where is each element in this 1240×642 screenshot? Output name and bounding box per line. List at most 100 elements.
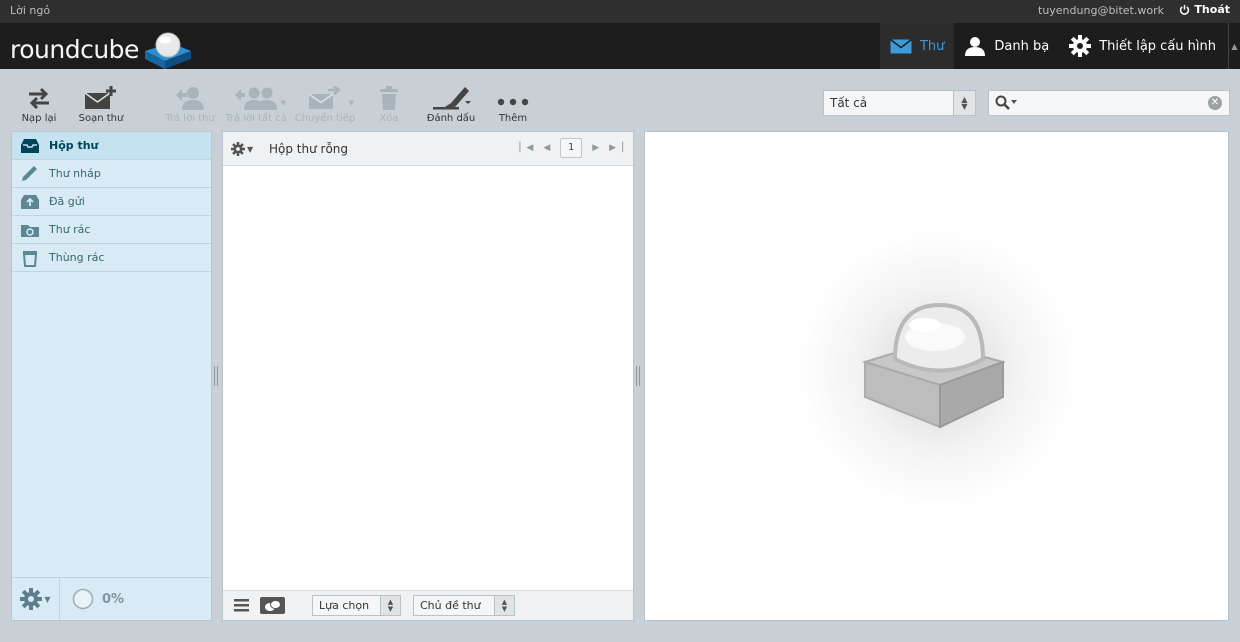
reply-button[interactable]: Trả lời thư [162, 83, 218, 124]
message-list-header: ▼ Hộp thư rỗng ▏◀ ◀ 1 ▶ ▶▕ [223, 132, 633, 166]
top-bar: Lời ngỏ tuyendung@bitet.work Thoát [0, 0, 1240, 23]
reply-all-dropdown-icon[interactable]: ▼ [281, 99, 286, 107]
list-options-button[interactable]: ▼ [231, 142, 253, 156]
filter-selected-value: Tất cả [830, 96, 868, 110]
folder-actions-button[interactable]: ▼ [12, 578, 60, 620]
compose-label: Soạn thư [78, 113, 124, 124]
next-page-icon[interactable]: ▶ [592, 143, 599, 153]
threads-bubbles-icon [265, 599, 281, 611]
user-email: tuyendung@bitet.work [1038, 4, 1164, 17]
power-icon [1180, 4, 1190, 15]
delete-button[interactable]: Xóa [361, 83, 417, 124]
sent-tray-icon [21, 194, 39, 209]
logo-text: roundcube [10, 34, 139, 64]
updown-arrows-icon: ▲ ▼ [494, 596, 514, 615]
reply-all-button[interactable]: Trả lời tất cả ▼ [224, 83, 288, 124]
select-dropdown[interactable]: Lựa chọn ▲ ▼ [312, 595, 401, 616]
menu-toggle[interactable]: ▲ [1228, 23, 1240, 69]
more-button[interactable]: Thêm [485, 83, 541, 124]
list-view-button[interactable] [234, 599, 249, 615]
refresh-arrows-icon [29, 87, 49, 109]
threads-label: Chủ đề thư [420, 599, 481, 612]
roundcube-watermark-icon [861, 302, 1005, 429]
folder-inbox[interactable]: Hộp thư [12, 132, 211, 160]
caret-up-icon: ▲ [1231, 41, 1238, 51]
forward-label: Chuyển tiếp [294, 113, 356, 124]
more-label: Thêm [498, 113, 528, 124]
folder-junk-label: Thư rác [49, 223, 91, 236]
logout-label: Thoát [1194, 3, 1230, 16]
last-page-icon[interactable]: ▶▕ [609, 143, 623, 153]
thread-view-button[interactable] [260, 597, 285, 614]
folder-splitter[interactable] [214, 366, 218, 386]
folder-drafts[interactable]: Thư nháp [12, 160, 211, 188]
envelope-icon [890, 38, 912, 53]
first-page-icon[interactable]: ▏◀ [519, 143, 533, 153]
gear-icon [231, 142, 245, 156]
greeting-link[interactable]: Lời ngỏ [10, 4, 50, 17]
logo[interactable]: roundcube [10, 27, 195, 71]
folder-drafts-label: Thư nháp [49, 167, 101, 180]
gear-icon [1069, 35, 1092, 57]
message-list: ▼ Hộp thư rỗng ▏◀ ◀ 1 ▶ ▶▕ Lựa chọn ▲ ▼ C… [222, 131, 634, 621]
message-preview-pane [644, 131, 1229, 621]
threads-dropdown[interactable]: Chủ đề thư ▲ ▼ [413, 595, 515, 616]
task-mail[interactable]: Thư [879, 23, 955, 69]
header: roundcube Thư Danh bạ Thiết lập cấu hình… [0, 23, 1240, 69]
task-menu: Thư Danh bạ Thiết lập cấu hình ▲ [879, 23, 1240, 69]
quota-value: 0% [102, 591, 125, 607]
delete-label: Xóa [379, 113, 399, 124]
reload-label: Nạp lại [21, 113, 57, 124]
person-icon [965, 37, 986, 56]
reload-button[interactable]: Nạp lại [11, 83, 67, 124]
folder-footer: ▼ 0% [12, 577, 211, 620]
mark-label: Đánh dấu [426, 113, 476, 124]
search-input[interactable] [1021, 94, 1201, 112]
task-settings[interactable]: Thiết lập cấu hình [1059, 23, 1228, 69]
forward-dropdown-icon[interactable]: ▼ [349, 99, 354, 107]
caret-down-icon: ▼ [247, 144, 254, 154]
folder-junk[interactable]: Thư rác [12, 216, 211, 244]
task-contacts-label: Danh bạ [994, 38, 1050, 54]
logout-button[interactable]: Thoát [1179, 3, 1230, 16]
reply-all-label: Trả lời tất cả [225, 113, 287, 124]
junk-recycle-icon [21, 224, 39, 237]
reply-icon [176, 87, 204, 110]
folder-trash-label: Thùng rác [49, 251, 105, 264]
list-splitter[interactable] [636, 366, 640, 386]
task-mail-label: Thư [919, 38, 945, 54]
search-options-button[interactable] [995, 95, 1019, 114]
quota-display: 0% [60, 578, 124, 620]
page-number[interactable]: 1 [560, 138, 583, 158]
message-list-title: Hộp thư rỗng [269, 142, 349, 156]
forward-button[interactable]: Chuyển tiếp ▼ [294, 83, 356, 124]
task-settings-label: Thiết lập cấu hình [1099, 38, 1216, 54]
updown-arrows-icon: ▲ ▼ [380, 596, 400, 615]
reply-all-icon [235, 87, 277, 110]
updown-arrows-icon: ▲ ▼ [953, 91, 975, 115]
trash-icon [380, 86, 398, 110]
folder-list: Hộp thư Thư nháp Đã gửi Thư rác Thùng rá… [11, 131, 212, 621]
quota-pie-icon [72, 588, 94, 610]
pagination: ▏◀ ◀ 1 ▶ ▶▕ [519, 138, 623, 158]
folder-inbox-label: Hộp thư [49, 139, 99, 152]
caret-down-icon: ▼ [44, 594, 51, 604]
marker-pen-icon [433, 87, 471, 110]
select-label: Lựa chọn [319, 599, 370, 612]
message-filter-select[interactable]: Tất cả ▲ ▼ [823, 90, 976, 116]
search-icon [995, 95, 1017, 110]
forward-icon [308, 86, 342, 109]
gear-icon [20, 588, 43, 610]
inbox-icon [21, 138, 39, 153]
folder-sent[interactable]: Đã gửi [12, 188, 211, 216]
task-contacts[interactable]: Danh bạ [954, 23, 1059, 69]
folder-trash[interactable]: Thùng rác [12, 244, 211, 272]
folder-sent-label: Đã gửi [49, 195, 85, 208]
mark-button[interactable]: Đánh dấu [423, 83, 479, 124]
reply-label: Trả lời thư [165, 113, 215, 124]
search-reset-close-icon[interactable]: ✕ [1208, 96, 1222, 110]
compose-button[interactable]: Soạn thư [73, 83, 129, 124]
more-dots-icon [497, 98, 529, 106]
pencil-icon [22, 165, 37, 181]
previous-page-icon[interactable]: ◀ [543, 143, 550, 153]
